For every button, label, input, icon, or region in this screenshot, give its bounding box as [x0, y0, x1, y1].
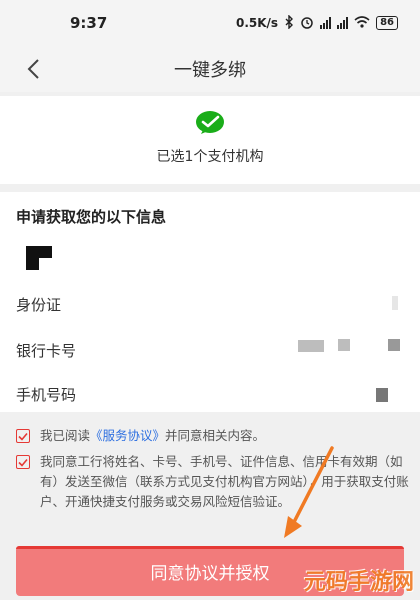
back-button[interactable] — [18, 54, 48, 84]
agreement-text-info-share: 我同意工行将姓名、卡号、手机号、证件信息、信用卡有效期（如有）发送至微信（联系方… — [40, 454, 409, 509]
nav-bar: 一键多绑 — [0, 46, 420, 92]
status-bar: 9:37 0.5K/s 86 — [0, 0, 420, 46]
bluetooth-icon — [284, 13, 294, 32]
check-icon — [18, 432, 28, 441]
page-title: 一键多绑 — [174, 60, 246, 81]
id-card-value-redacted — [392, 296, 398, 310]
selected-org-text: 已选1个支付机构 — [156, 149, 264, 165]
signal-icon-2 — [337, 17, 349, 29]
info-row-id-card-label: 身份证 — [16, 296, 62, 314]
bank-card-value-redacted-1 — [298, 340, 324, 352]
info-request-card: 申请获取您的以下信息 — [0, 192, 420, 412]
agreement-text-service: 我已阅读《服务协议》并同意相关内容。 — [40, 426, 412, 446]
service-agreement-link[interactable]: 《服务协议》 — [90, 428, 165, 443]
agreement-row-info-share: 我同意工行将姓名、卡号、手机号、证件信息、信用卡有效期（如有）发送至微信（联系方… — [16, 452, 412, 512]
submit-label: 同意协议并授权 — [150, 563, 270, 584]
selected-org-card: 已选1个支付机构 — [0, 96, 420, 184]
info-title: 申请获取您的以下信息 — [16, 208, 167, 226]
agreement-checkbox-info-share[interactable] — [16, 455, 30, 469]
phone-value-redacted — [376, 388, 388, 402]
agreement-row-service: 我已阅读《服务协议》并同意相关内容。 — [16, 426, 412, 446]
check-icon — [18, 458, 28, 467]
wechat-pay-icon — [196, 111, 224, 134]
info-row-phone-label: 手机号码 — [16, 386, 77, 404]
watermark-logo: 元码手游网 — [303, 570, 414, 595]
signal-icon-1 — [320, 17, 332, 29]
alarm-icon — [300, 15, 314, 32]
agreement-checkbox-service[interactable] — [16, 429, 30, 443]
agreement-suffix: 并同意相关内容。 — [165, 428, 266, 443]
network-speed: 0.5K/s — [235, 16, 279, 30]
bank-card-value-redacted-2 — [338, 339, 350, 351]
bank-card-value-redacted-3 — [388, 339, 400, 351]
battery-icon: 86 — [376, 16, 398, 30]
button-top-edge — [16, 546, 404, 549]
status-icons: 0.5K/s 86 — [235, 13, 398, 32]
chevron-left-icon — [27, 59, 39, 79]
avatar-redacted — [26, 246, 52, 274]
wifi-icon — [354, 15, 370, 31]
info-row-bank-card-label: 银行卡号 — [16, 342, 77, 360]
status-time: 9:37 — [70, 14, 108, 32]
agreement-prefix: 我已阅读 — [40, 428, 91, 443]
